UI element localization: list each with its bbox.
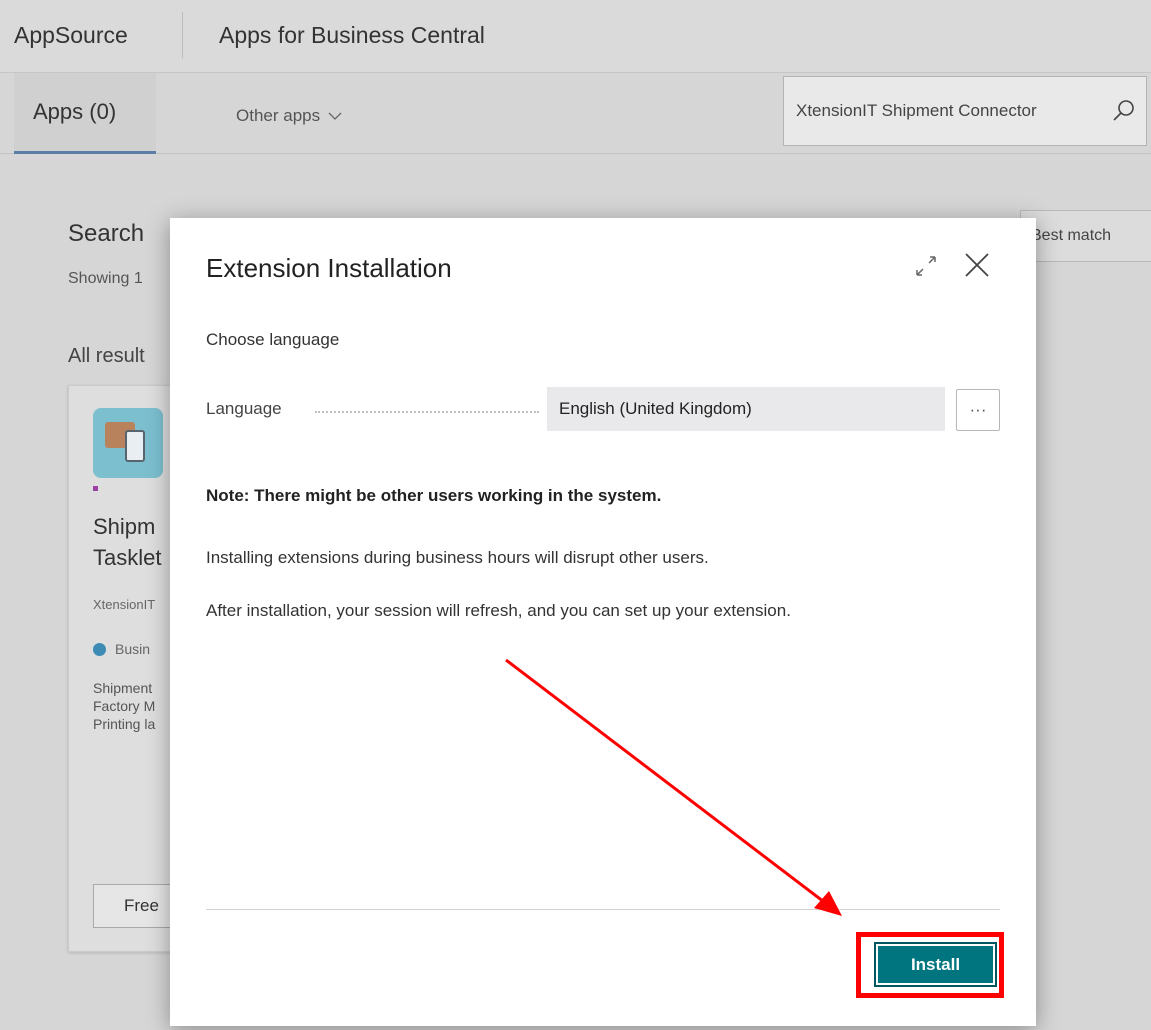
sort-dropdown[interactable]: Best match bbox=[1020, 210, 1151, 262]
close-icon[interactable] bbox=[964, 252, 990, 278]
disruption-warning-text: Installing extensions during business ho… bbox=[206, 548, 709, 567]
chevron-down-icon bbox=[328, 106, 342, 126]
tab-other-apps[interactable]: Other apps bbox=[236, 106, 342, 126]
globe-icon bbox=[93, 643, 106, 656]
publisher-badge-icon bbox=[93, 486, 98, 491]
app-logo-icon bbox=[93, 408, 163, 478]
header-separator bbox=[182, 12, 183, 58]
dialog-title: Extension Installation bbox=[206, 253, 452, 283]
install-button[interactable]: Install bbox=[874, 942, 997, 987]
extension-installation-dialog: Extension Installation Choose language L… bbox=[170, 218, 1036, 1026]
dialog-footer-divider bbox=[206, 909, 1000, 910]
app-card-title[interactable]: Shipm Tasklet bbox=[93, 511, 161, 573]
brand-link[interactable]: AppSource bbox=[14, 22, 128, 49]
sort-dropdown-label: Best match bbox=[1031, 227, 1112, 244]
choose-language-heading: Choose language bbox=[206, 330, 340, 349]
top-bar: AppSource Apps for Business Central bbox=[0, 0, 1151, 73]
app-title[interactable]: Apps for Business Central bbox=[219, 22, 485, 49]
expand-icon[interactable] bbox=[912, 252, 940, 280]
language-field-leader bbox=[315, 411, 539, 413]
results-heading: Search bbox=[68, 220, 145, 247]
search-input[interactable] bbox=[796, 77, 1126, 145]
app-search-box[interactable] bbox=[783, 76, 1147, 146]
session-refresh-text: After installation, your session will re… bbox=[206, 601, 791, 620]
app-card-category: Busin bbox=[93, 641, 150, 657]
all-results-heading: All result bbox=[68, 345, 145, 367]
language-field[interactable]: English (United Kingdom) bbox=[547, 387, 945, 431]
language-lookup-button[interactable]: ··· bbox=[956, 389, 1000, 431]
results-count: Showing 1 bbox=[68, 270, 143, 287]
app-card-description: Shipment Factory M Printing la bbox=[93, 680, 156, 732]
tab-apps-label: Apps (0) bbox=[33, 99, 117, 124]
note-text: Note: There might be other users working… bbox=[206, 486, 662, 505]
language-label: Language bbox=[206, 399, 282, 418]
tab-apps[interactable]: Apps (0) bbox=[14, 73, 156, 154]
search-icon[interactable] bbox=[1110, 97, 1138, 125]
app-card-category-label: Busin bbox=[115, 641, 151, 657]
tab-other-apps-label: Other apps bbox=[236, 106, 321, 125]
app-card-publisher: XtensionIT bbox=[93, 597, 156, 612]
